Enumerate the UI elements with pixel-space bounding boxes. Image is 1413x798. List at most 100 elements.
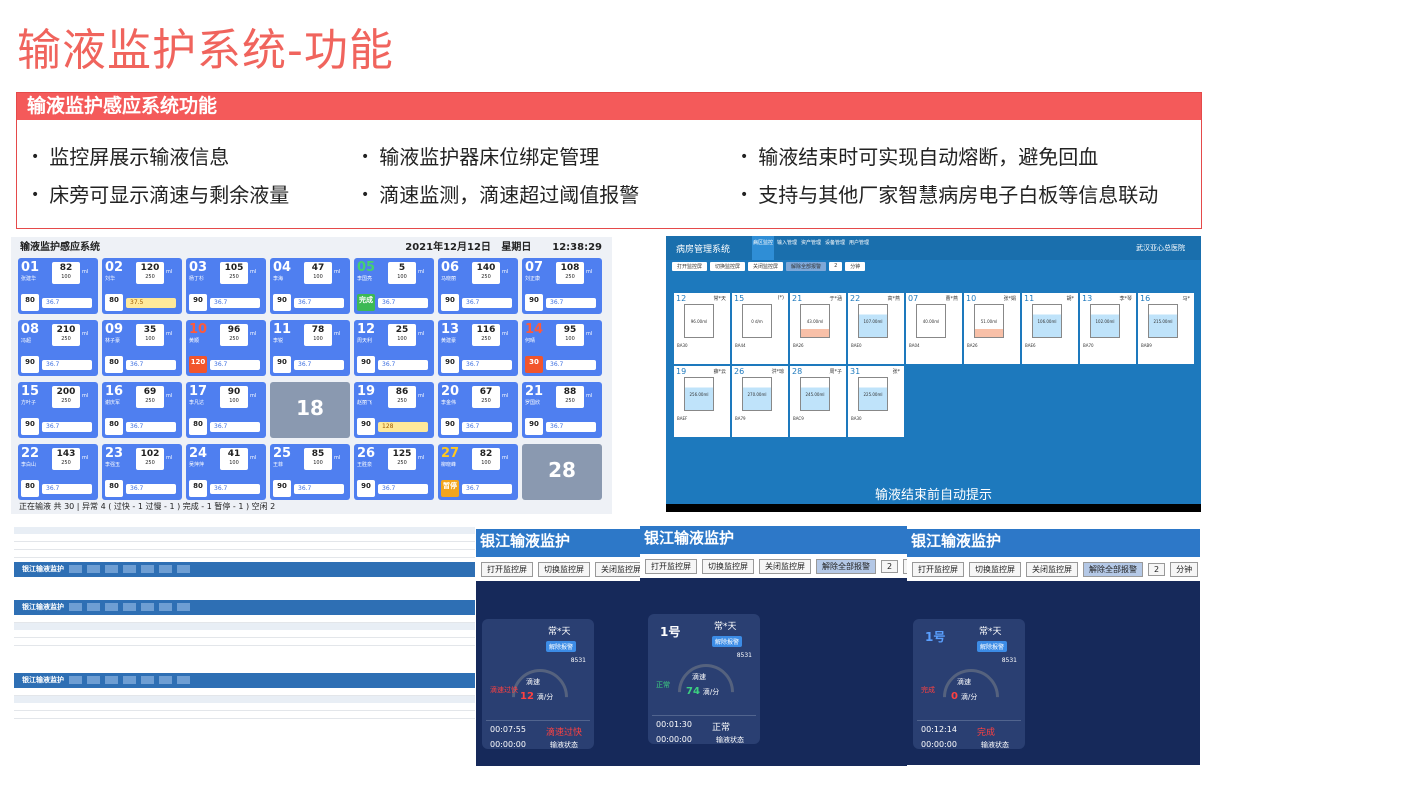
bed-card[interactable]: 23 李强玉 102 250 ml 80 36.7 — [102, 444, 182, 500]
bed-card[interactable]: 10 黄顺 96 250 ml 120 36.7 — [186, 320, 266, 376]
bed-card[interactable]: 05 李国亮 5 100 ml 完成 36.7 — [354, 258, 434, 314]
patient-name: 常*天 — [548, 627, 571, 637]
infusion-card[interactable]: 12 常*天 96.00ml BA30 — [674, 293, 730, 364]
bed-number: 31 — [850, 367, 861, 376]
control-button[interactable]: 打开监控屏 — [912, 561, 964, 577]
bed-card[interactable]: 18 — [270, 382, 350, 438]
remaining-volume: 108 250 — [556, 262, 584, 284]
bed-card[interactable]: 24 吴萍萍 41 100 ml 80 36.7 — [186, 444, 266, 500]
bed-card[interactable]: 13 黄建豪 116 250 ml 90 36.7 — [438, 320, 518, 376]
infusion-card[interactable]: 19 薛*云 256.00ml BAEF — [674, 366, 730, 437]
control-button[interactable]: 解除全部报警 — [786, 262, 827, 271]
bed-card[interactable]: 22 李白山 143 250 ml 80 36.7 — [18, 444, 98, 500]
infusion-card[interactable]: 13 李*琴 102.00ml BA70 — [1080, 293, 1136, 364]
bed-card[interactable]: 12 周天利 25 100 ml 90 36.7 — [354, 320, 434, 376]
control-button[interactable]: 切换监控屏 — [710, 262, 746, 271]
nav-tab[interactable]: 设备管理 — [824, 236, 846, 260]
remaining-volume: 47 100 — [304, 262, 332, 284]
bed-card[interactable]: 15 方叶子 200 250 ml 90 36.7 — [18, 382, 98, 438]
bed-card[interactable]: 07 刘正康 108 250 ml 90 36.7 — [522, 258, 602, 314]
infusion-card[interactable]: 31 张* 225.00ml BA30 — [848, 366, 904, 437]
bed-grid: 01 张建华 82 100 ml 80 36.7 02 刘华 120 250 ml 80 37.5 03 杨丁… — [18, 258, 606, 500]
bed-card[interactable]: 16 谢庆军 69 250 ml 80 36.7 — [102, 382, 182, 438]
bed-card[interactable]: 27 柳晓峰 82 100 ml 暂停 36.7 — [438, 444, 518, 500]
control-button[interactable]: 打开监控屏 — [645, 558, 697, 574]
temperature: 36.7 — [126, 484, 176, 494]
patient-name: 冯超 — [21, 338, 32, 344]
release-alarm-button[interactable]: 解除报警 — [712, 636, 743, 647]
temperature: 36.7 — [546, 298, 596, 308]
bed-card[interactable]: 11 李锐 78 100 ml 90 36.7 — [270, 320, 350, 376]
patient-name: 吴萍萍 — [189, 462, 205, 468]
infusion-card[interactable]: 21 于*涵 43.00ml BA26 — [790, 293, 846, 364]
nav-tab[interactable]: 资产管理 — [800, 236, 822, 260]
control-button[interactable]: 打开监控屏 — [672, 262, 708, 271]
bed-card[interactable]: 20 李金伟 67 250 ml 90 36.7 — [438, 382, 518, 438]
control-button[interactable]: 解除全部报警 — [816, 558, 876, 574]
infusion-card[interactable]: 1号 常*天 解除报警 8531 正常 滴速 74 滴/分 00:01:30 00:00:00 正常… — [648, 614, 760, 744]
release-alarm-button[interactable]: 解除报警 — [546, 641, 577, 652]
release-alarm-button[interactable]: 解除报警 — [977, 641, 1008, 652]
infusion-bag-icon: 245.00ml — [800, 377, 830, 411]
infusion-card[interactable]: 07 曹*燕 40.00ml BA04 — [906, 293, 962, 364]
infusion-card[interactable]: 常*天 解除报警 8531 滴速过快 滴速 12 滴/分 00:07:55 00:00:00 滴速… — [482, 619, 594, 749]
bed-card[interactable]: 14 何晴 95 100 ml 30 36.7 — [522, 320, 602, 376]
bed-card[interactable]: 28 — [522, 444, 602, 500]
control-button[interactable]: 关闭监控屏 — [759, 558, 811, 574]
control-button[interactable]: 切换监控屏 — [702, 558, 754, 574]
mini-screen-1: 银江输液监护 — [14, 527, 475, 580]
infusion-card[interactable]: 16 马* 215.00ml BAB9 — [1138, 293, 1194, 364]
control-button[interactable]: 切换监控屏 — [538, 561, 590, 577]
control-button[interactable]: 分钟 — [1170, 561, 1199, 577]
bed-card[interactable]: 08 冯超 210 250 ml 90 36.7 — [18, 320, 98, 376]
bed-card[interactable]: 04 李海 47 100 ml 90 36.7 — [270, 258, 350, 314]
device-code: 8531 — [1001, 657, 1017, 664]
bed-card[interactable]: 06 马晓丽 140 250 ml 90 36.7 — [438, 258, 518, 314]
bed-card[interactable]: 02 刘华 120 250 ml 80 37.5 — [102, 258, 182, 314]
control-button[interactable]: 关闭监控屏 — [595, 561, 642, 577]
bed-card[interactable]: 01 张建华 82 100 ml 80 36.7 — [18, 258, 98, 314]
drip-speed: 120 — [189, 356, 207, 373]
control-button[interactable]: 切换监控屏 — [969, 561, 1021, 577]
device-code: BA30 — [677, 343, 688, 348]
elapsed-time: 00:01:30 — [656, 720, 692, 729]
infusion-card[interactable]: 1号 常*天 解除报警 8531 完成 滴速 0 滴/分 00:12:14 00:00:00 完成输… — [913, 619, 1025, 749]
patient-name: 常*天 — [979, 627, 1002, 637]
control-button[interactable]: 分钟 — [845, 262, 866, 271]
control-button[interactable]: 2 — [829, 262, 843, 271]
bed-number: 26 — [734, 367, 745, 376]
control-button[interactable]: 2 — [1148, 562, 1166, 576]
infusion-card[interactable]: 15 (*) 0 d/m BA44 — [732, 293, 788, 364]
bed-card[interactable]: 21 罗国欣 88 250 ml 90 36.7 — [522, 382, 602, 438]
bed-card[interactable]: 19 赵丽飞 86 250 ml 90 128 — [354, 382, 434, 438]
nav-tab[interactable]: 用户管理 — [848, 236, 870, 260]
unit-label: ml — [502, 331, 509, 337]
features-panel: 输液监护感应系统功能 • 监控屏展示输液信息 • 输液监护器床位绑定管理 • 输液结束… — [16, 92, 1202, 229]
control-button[interactable]: 关闭监控屏 — [748, 262, 784, 271]
infusion-bag-icon: 51.00ml — [974, 304, 1004, 338]
bed-number: 20 — [441, 384, 460, 399]
infusion-monitor-dark-1: 银江输液监护打开监控屏切换监控屏关闭监控屏解除全部报警2分钟常*天解除报警 853… — [476, 529, 642, 766]
bed-number: 03 — [189, 260, 208, 275]
infusion-card[interactable]: 26 洪*琼 270.00ml BA79 — [732, 366, 788, 437]
nav-tab[interactable]: 病区监控 — [752, 236, 775, 260]
unit-label: ml — [250, 393, 257, 399]
control-button[interactable]: 解除全部报警 — [1083, 561, 1143, 577]
bed-card[interactable]: 03 杨丁杉 105 250 ml 90 36.7 — [186, 258, 266, 314]
temperature: 36.7 — [294, 360, 344, 370]
bed-card[interactable]: 17 李凡达 90 100 ml 80 36.7 — [186, 382, 266, 438]
infusion-card[interactable]: 22 高*燕 107.00ml BAE0 — [848, 293, 904, 364]
control-button[interactable]: 关闭监控屏 — [1026, 561, 1078, 577]
bed-card[interactable]: 25 王菲 85 100 ml 90 36.7 — [270, 444, 350, 500]
bed-card[interactable]: 26 王胜泉 125 250 ml 90 36.7 — [354, 444, 434, 500]
control-button[interactable]: 2 — [881, 559, 899, 573]
control-button[interactable]: 打开监控屏 — [481, 561, 533, 577]
nav-tab[interactable]: 输入管理 — [776, 236, 798, 260]
infusion-card[interactable]: 10 张*娟 51.00ml BA26 — [964, 293, 1020, 364]
remaining-volume: 67 250 — [472, 386, 500, 408]
infusion-card[interactable]: 28 周*子 245.00ml BAC9 — [790, 366, 846, 437]
elapsed-time: 00:07:55 — [490, 725, 526, 734]
device-code: BA26 — [967, 343, 978, 348]
bed-card[interactable]: 09 林子豪 35 100 ml 80 36.7 — [102, 320, 182, 376]
infusion-card[interactable]: 11 胡* 106.00ml BAE6 — [1022, 293, 1078, 364]
